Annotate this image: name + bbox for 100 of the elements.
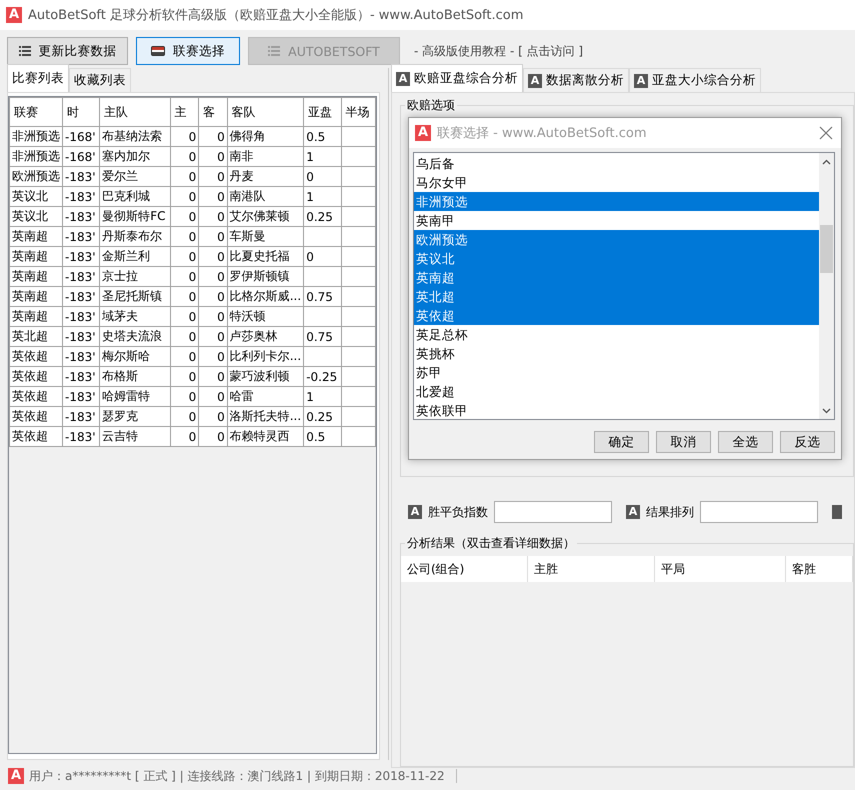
table-cell: 0 [170,226,199,246]
tutorial-link[interactable]: - 高级版使用教程 - [ 点击访问 ] [414,42,584,60]
table-cell [304,306,342,326]
window-title: AutoBetSoft 足球分析软件高级版（欧赔亚盘大小全能版）- www.AutoBetSoft.com [28,7,524,24]
table-cell: 梅尔斯哈 [100,346,170,366]
list-item[interactable]: 马尔女甲 [414,173,819,192]
close-icon[interactable] [819,126,833,140]
table-cell: 佛得角 [227,126,304,146]
table-cell: 0 [198,426,228,446]
table-cell: 英北超 [10,326,62,346]
table-cell: 英南超 [10,306,62,326]
table-cell: -183' [62,286,100,306]
dialog-button[interactable]: 全选 [718,431,773,453]
column-header[interactable]: 公司(组合) [401,556,528,582]
table-cell: 洛斯托夫特... [227,406,304,426]
label-icon: A [626,505,640,519]
toolbar-button[interactable]: 联赛选择 [136,37,240,65]
table-cell [341,246,376,266]
list-item[interactable]: 苏甲 [414,363,819,382]
table-cell: 0 [198,266,228,286]
table-cell [341,346,376,366]
tab[interactable]: 收藏列表 [69,68,131,92]
column-header[interactable]: 时 [62,98,100,126]
list-item[interactable]: 乌后备 [414,154,819,173]
table-cell: -183' [62,166,100,186]
scrollbar[interactable] [819,153,834,419]
column-header[interactable]: 主队 [100,98,170,126]
table-cell: -168' [62,126,100,146]
input-field[interactable] [700,501,818,523]
table-cell: 金斯兰利 [100,246,170,266]
table-cell: 塞内加尔 [100,146,170,166]
table-cell [341,166,376,186]
list-item[interactable]: 北爱超 [414,382,819,401]
table-cell: -168' [62,146,100,166]
table-cell [341,266,376,286]
toolbar-button[interactable]: 更新比赛数据 [7,37,128,65]
table-cell: -183' [62,406,100,426]
list-item[interactable]: 英议北 [414,249,819,268]
table-cell: 0 [198,146,228,166]
list-item[interactable]: 英依联甲 [414,401,819,420]
table-cell: 0 [198,366,228,386]
table-cell [341,146,376,166]
table-cell: 英依超 [10,366,62,386]
dialog-button[interactable]: 确定 [594,431,649,453]
table-cell: -183' [62,306,100,326]
table-cell: 0.5 [304,426,342,446]
column-header[interactable]: 半场 [341,98,376,126]
table-cell: 艾尔佛莱顿 [227,206,304,226]
list-item[interactable]: 英足总杯 [414,325,819,344]
group-title: 分析结果（双击查看详细数据） [405,535,577,552]
table-cell: 0.25 [304,206,342,226]
tab[interactable]: A 欧赔亚盘综合分析 [391,64,523,92]
dialog-title: 联赛选择 - www.AutoBetSoft.com [437,125,647,142]
input-field[interactable] [494,501,612,523]
list-item[interactable]: 英南甲 [414,211,819,230]
column-header[interactable]: 客胜 [786,556,853,582]
table-cell: 布基纳法索 [100,126,170,146]
table-cell: 丹麦 [227,166,304,186]
table-cell: -183' [62,226,100,246]
table-cell [341,186,376,206]
table-cell [341,366,376,386]
column-header[interactable]: 主胜 [528,556,655,582]
dialog-button[interactable]: 反选 [780,431,835,453]
table-cell: 0 [170,326,199,346]
field-label: 结果排列 [646,504,694,520]
tab[interactable]: A 数据离散分析 [523,68,629,92]
table-cell [304,266,342,286]
dialog-button[interactable]: 取消 [656,431,711,453]
table-cell: 0 [170,426,199,446]
table-cell: 0 [198,326,228,346]
list-item[interactable]: 欧洲预选 [414,230,819,249]
tab[interactable]: A 亚盘大小综合分析 [629,68,761,92]
table-cell: 1 [304,186,342,206]
table-cell: 圣尼托斯镇 [100,286,170,306]
column-header[interactable]: 主 [170,98,199,126]
table-cell: 0 [198,286,228,306]
group-title: 欧赔选项 [405,97,457,114]
list-item[interactable]: 英依超 [414,306,819,325]
table-cell: 史塔夫流浪 [100,326,170,346]
column-header[interactable]: 客 [198,98,228,126]
list-item[interactable]: 英南超 [414,268,819,287]
list-item[interactable]: 英北超 [414,287,819,306]
table-cell: -183' [62,386,100,406]
column-header[interactable]: 联赛 [10,98,62,126]
column-header[interactable]: 亚盘 [304,98,342,126]
tab[interactable]: 比赛列表 [7,64,69,92]
list-item[interactable]: 英挑杯 [414,344,819,363]
table-cell [341,126,376,146]
table-cell: 0 [304,246,342,266]
column-header[interactable]: 客队 [227,98,304,126]
scrollbar-thumb[interactable] [820,225,833,273]
flag-icon [151,46,165,56]
table-cell: 0 [198,186,228,206]
app-logo: A [8,768,24,784]
list-item[interactable]: 非洲预选 [414,192,819,211]
table-cell: -0.25 [304,366,342,386]
table-cell: 0 [170,346,199,366]
table-cell: -183' [62,326,100,346]
table-cell: 京士拉 [100,266,170,286]
column-header[interactable]: 平局 [655,556,786,582]
